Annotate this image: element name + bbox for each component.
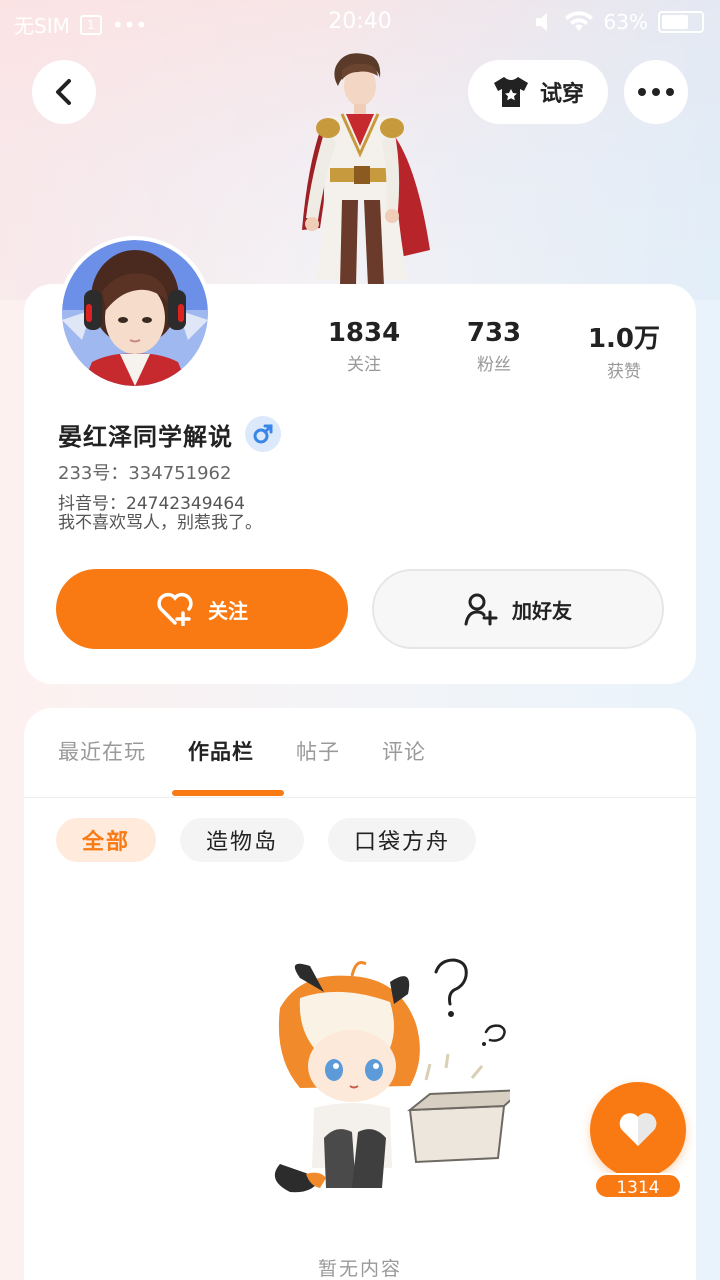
- stat-following-value: 1834: [327, 318, 401, 348]
- tab-active-indicator: [172, 790, 284, 796]
- profile-bio: 抖音号：24742349464 我不喜欢骂人，别惹我了。: [58, 495, 262, 533]
- battery-icon: [658, 11, 704, 33]
- like-button[interactable]: [590, 1082, 686, 1178]
- status-bar: 无SIM 1 ••• 20:40 63%: [0, 0, 720, 46]
- mute-icon: [535, 13, 547, 31]
- chip-all[interactable]: 全部: [56, 818, 157, 862]
- male-icon: [253, 424, 273, 444]
- stat-likes[interactable]: 1.0万 获赞: [564, 318, 684, 382]
- empty-state-text: 暂无内容: [317, 1258, 402, 1280]
- empty-state-illustration: [274, 958, 510, 1193]
- follow-label: 关注: [208, 598, 248, 623]
- profile-avatar[interactable]: [58, 236, 212, 390]
- add-friend-button[interactable]: 加好友: [372, 569, 664, 649]
- stat-following[interactable]: 1834 关注: [304, 318, 424, 382]
- profile-stats: 1834 关注 733 粉丝 1.0万 获赞: [304, 318, 684, 382]
- tshirt-icon: [493, 77, 528, 107]
- content-card: 最近在玩 作品栏 帖子 评论 全部 造物岛 口袋方舟 暂无内容: [24, 708, 696, 1280]
- avatar-image: [62, 240, 208, 386]
- add-friend-label: 加好友: [512, 598, 572, 623]
- back-button[interactable]: [32, 60, 96, 124]
- profile-name: 晏红泽同学解说: [58, 422, 233, 451]
- tab-works[interactable]: 作品栏: [188, 736, 254, 766]
- status-right: 63%: [534, 10, 704, 34]
- try-on-label: 试穿: [539, 82, 584, 107]
- wifi-icon: [564, 11, 593, 31]
- stat-likes-value: 1.0万: [587, 324, 661, 354]
- tab-recently-played[interactable]: 最近在玩: [58, 736, 146, 766]
- more-dots-icon: [638, 88, 674, 96]
- chip-creation-island[interactable]: 造物岛: [180, 818, 305, 862]
- content-tabs: 最近在玩 作品栏 帖子 评论: [58, 736, 426, 766]
- more-options-button[interactable]: [624, 60, 688, 124]
- bio-line-2: 我不喜欢骂人，别惹我了。: [58, 513, 262, 533]
- filter-chips: 全部 造物岛 口袋方舟: [56, 818, 477, 862]
- follow-button[interactable]: 关注: [56, 569, 348, 649]
- stat-followers-label: 粉丝: [477, 355, 511, 375]
- try-on-button[interactable]: 试穿: [468, 60, 608, 124]
- tab-posts[interactable]: 帖子: [296, 736, 340, 766]
- chevron-left-icon: [56, 79, 71, 105]
- user-id: 233号：334751962: [58, 463, 232, 484]
- tab-comments[interactable]: 评论: [382, 736, 426, 766]
- name-row: 晏红泽同学解说: [58, 416, 281, 452]
- battery-percent: 63%: [603, 10, 648, 34]
- heart-plus-icon: [157, 592, 193, 626]
- avatar-3d-character[interactable]: [284, 50, 440, 286]
- gender-badge: [245, 416, 281, 452]
- bio-line-1: 抖音号：24742349464: [58, 494, 245, 514]
- tab-divider: [24, 797, 696, 798]
- stat-followers[interactable]: 733 粉丝: [434, 318, 554, 382]
- like-count: 1314: [594, 1173, 682, 1199]
- heart-icon: [619, 1113, 657, 1146]
- stat-followers-value: 733: [466, 318, 522, 348]
- add-user-icon: [464, 593, 498, 626]
- stat-following-label: 关注: [347, 355, 381, 375]
- chip-pocket-ark[interactable]: 口袋方舟: [328, 818, 477, 862]
- stat-likes-label: 获赞: [607, 362, 641, 382]
